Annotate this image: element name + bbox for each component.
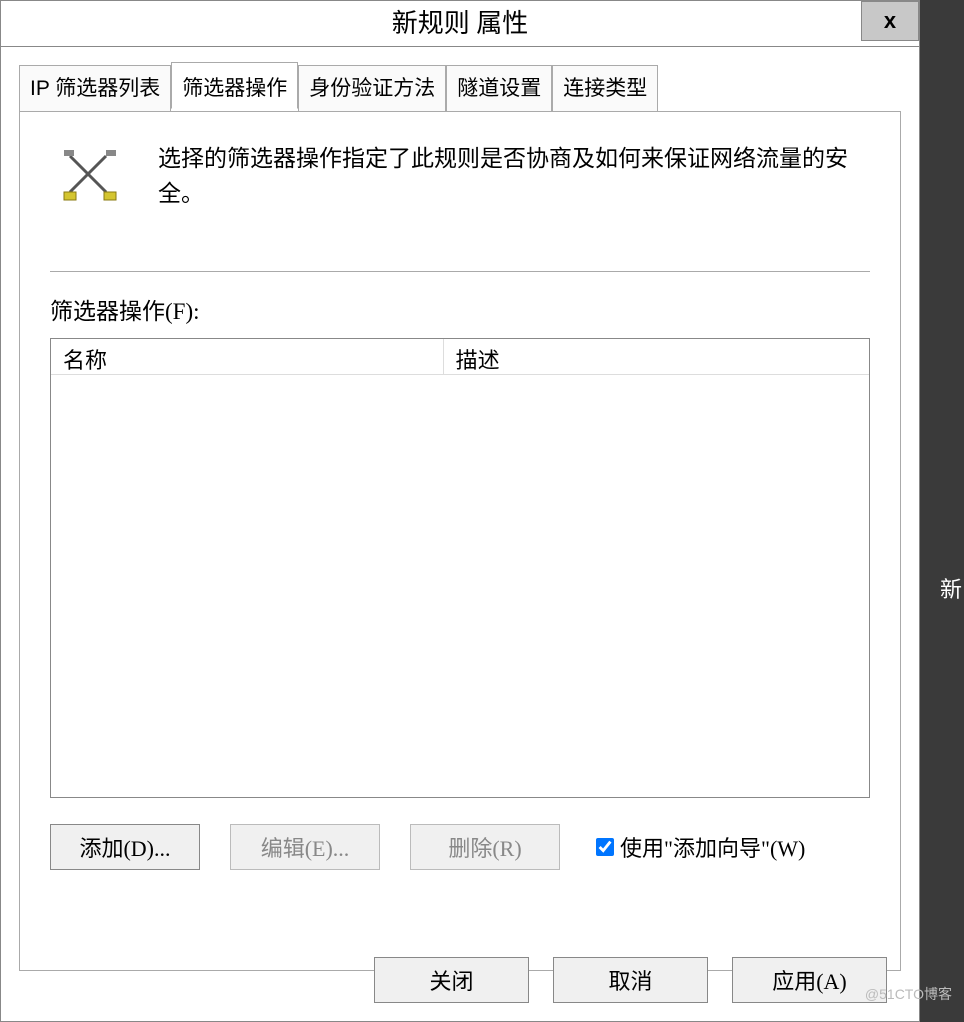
close-dialog-button[interactable]: 关闭: [374, 957, 529, 1003]
tab-tunnel-setting[interactable]: 隧道设置: [446, 65, 552, 112]
remove-button: 删除(R): [410, 824, 560, 870]
column-header-description[interactable]: 描述: [444, 339, 869, 374]
tab-panel-filter-action: 选择的筛选器操作指定了此规则是否协商及如何来保证网络流量的安全。 筛选器操作(F…: [19, 111, 901, 971]
use-wizard-label: 使用"添加向导"(W): [620, 831, 805, 863]
filter-action-listview[interactable]: 名称 描述: [50, 338, 870, 798]
apply-button[interactable]: 应用(A): [732, 957, 887, 1003]
cancel-button[interactable]: 取消: [553, 957, 708, 1003]
filter-action-list-label: 筛选器操作(F):: [50, 292, 870, 326]
dialog-title: 新规则 属性: [1, 1, 919, 47]
tab-strip: IP 筛选器列表 筛选器操作 身份验证方法 隧道设置 连接类型: [19, 65, 901, 111]
use-wizard-checkbox[interactable]: [596, 838, 614, 856]
description-row: 选择的筛选器操作指定了此规则是否协商及如何来保证网络流量的安全。: [50, 142, 870, 211]
tab-connection-type[interactable]: 连接类型: [552, 65, 658, 112]
use-wizard-checkbox-wrap[interactable]: 使用"添加向导"(W): [596, 831, 805, 863]
listview-header-row: 名称 描述: [51, 339, 869, 375]
tab-auth-method[interactable]: 身份验证方法: [298, 65, 446, 112]
dialog-button-row: 关闭 取消 应用(A): [374, 957, 887, 1003]
description-text: 选择的筛选器操作指定了此规则是否协商及如何来保证网络流量的安全。: [158, 142, 870, 211]
close-button[interactable]: x: [861, 1, 919, 41]
watermark: @51CTO博客: [865, 984, 952, 1004]
add-button[interactable]: 添加(D)...: [50, 824, 200, 870]
crossed-swords-icon: [62, 148, 118, 204]
side-window-text: 新: [940, 572, 962, 604]
action-button-row: 添加(D)... 编辑(E)... 删除(R) 使用"添加向导"(W): [50, 824, 870, 870]
edit-button: 编辑(E)...: [230, 824, 380, 870]
column-header-name[interactable]: 名称: [51, 339, 444, 374]
dialog-window: 新规则 属性 x IP 筛选器列表 筛选器操作 身份验证方法 隧道设置 连接类型: [0, 0, 920, 1022]
tab-ip-filter-list[interactable]: IP 筛选器列表: [19, 65, 171, 112]
titlebar: 新规则 属性 x: [1, 1, 919, 47]
tab-filter-action[interactable]: 筛选器操作: [171, 62, 298, 109]
tab-container: IP 筛选器列表 筛选器操作 身份验证方法 隧道设置 连接类型 选择的筛选器操作: [1, 47, 919, 971]
close-icon: x: [884, 8, 896, 34]
separator: [50, 271, 870, 272]
